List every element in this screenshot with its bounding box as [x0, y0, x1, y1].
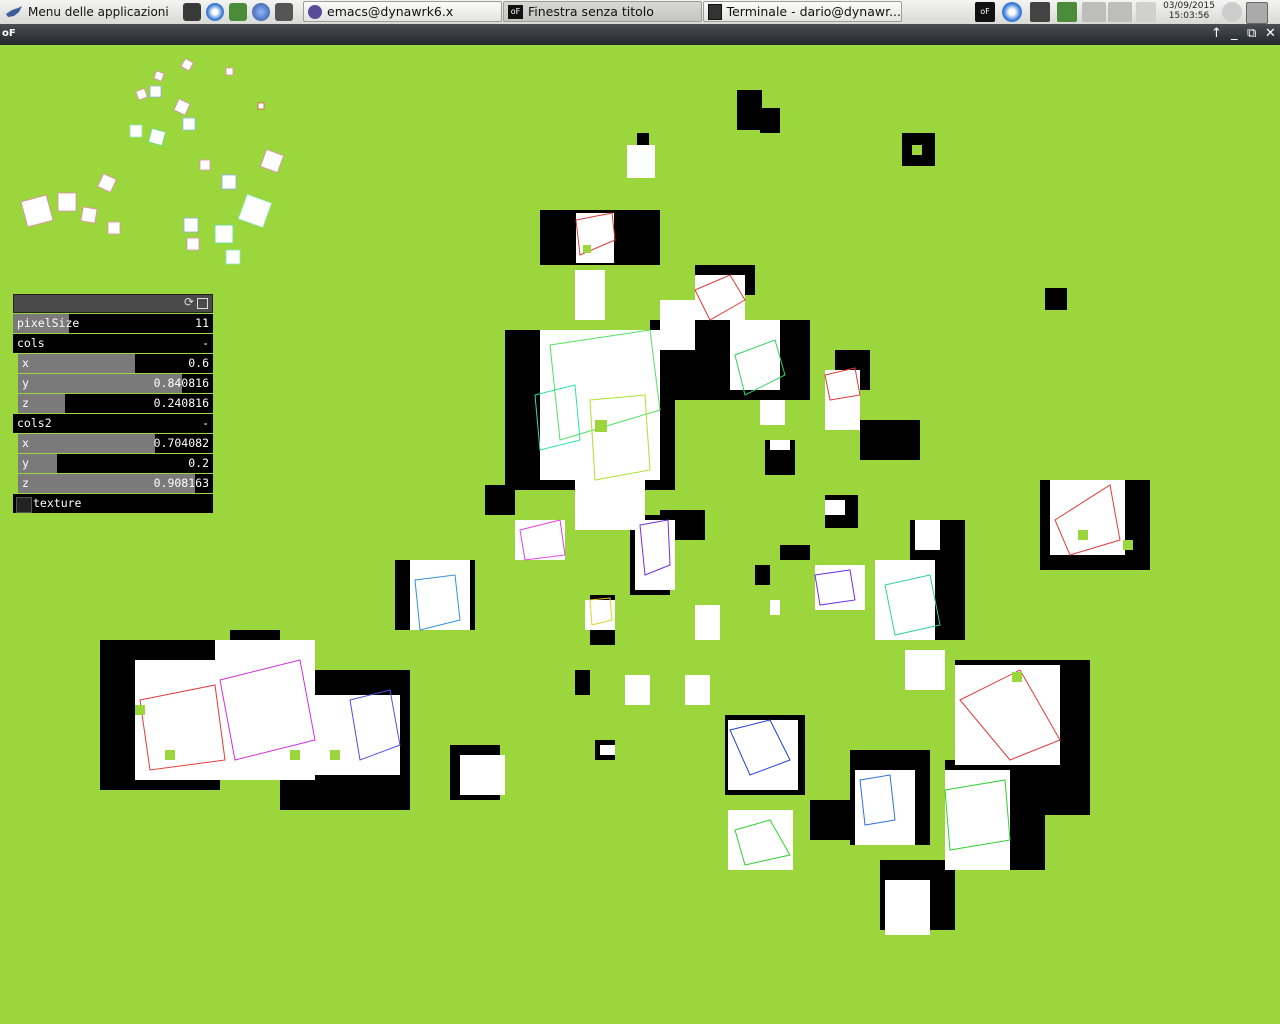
cols2-y-label: y [22, 456, 29, 470]
texture-checkbox[interactable] [16, 497, 32, 513]
cols2-x-value: 0.704082 [153, 436, 209, 450]
xfce-mouse-icon [6, 6, 22, 17]
pixelsize-label: pixelSize [17, 316, 80, 330]
cols2-collapse-toggle[interactable]: - [202, 416, 209, 430]
restore-icon[interactable]: ⧉ [1247, 26, 1256, 42]
task-emacs[interactable]: emacs@dynawrk6.x [303, 1, 502, 22]
cols-y-value: 0.840816 [153, 376, 209, 390]
render-canvas[interactable] [0, 45, 1280, 1024]
cols-z-label: z [22, 396, 29, 410]
cols-y-label: y [22, 376, 29, 390]
cols-collapse-toggle[interactable]: - [202, 336, 209, 350]
pixelsize-value: 11 [195, 316, 209, 330]
clock[interactable]: 03/09/2015 15:03:56 [1156, 1, 1222, 21]
cols-x-fill [18, 354, 135, 373]
browser-launcher-icon[interactable] [206, 3, 224, 21]
power-tray-icon[interactable] [1222, 2, 1242, 22]
panel-header: ⟳ [13, 294, 213, 313]
task-emacs-label: emacs@dynawrk6.x [327, 4, 454, 19]
editor-launcher-icon[interactable] [229, 3, 247, 21]
taskbar: Menu delle applicazioni emacs@dynawrk6.x… [0, 0, 1280, 25]
terminal-icon [708, 3, 722, 20]
task-terminal[interactable]: Terminale - dario@dynawr... [703, 1, 902, 22]
cols2-z-slider[interactable]: z 0.908163 [18, 474, 213, 493]
calculator-launcher-icon[interactable] [275, 3, 293, 21]
network-launcher-icon[interactable] [252, 3, 270, 21]
cols-z-slider[interactable]: z 0.240816 [18, 394, 213, 413]
parameter-panel: ⟳ pixelSize 11 cols - x 0.6 y 0.840816 z… [13, 294, 213, 513]
cols-x-label: x [22, 356, 29, 370]
clock-time: 15:03:56 [1168, 11, 1210, 21]
browser-tray-icon[interactable] [1002, 2, 1022, 22]
cols-y-slider[interactable]: y 0.840816 [18, 374, 213, 393]
reload-icon[interactable]: ⟳ [184, 295, 194, 309]
cols2-z-label: z [22, 476, 29, 490]
applications-menu-button[interactable]: Menu delle applicazioni [4, 2, 169, 22]
cols-group-header[interactable]: cols - [13, 334, 213, 353]
emacs-icon [308, 4, 322, 19]
workspace-1-button[interactable] [1082, 2, 1106, 22]
cols2-y-value: 0.2 [188, 456, 209, 470]
task-untitled-label: Finestra senza titolo [528, 4, 654, 19]
pixelsize-slider[interactable]: pixelSize 11 [13, 314, 213, 333]
minimize-icon[interactable]: _ [1231, 26, 1238, 42]
cols2-x-fill [18, 434, 156, 453]
cols2-group-header[interactable]: cols2 - [13, 414, 213, 433]
workspace-2-button[interactable] [1108, 2, 1132, 22]
task-terminal-label: Terminale - dario@dynawr... [726, 4, 901, 19]
show-desktop-icon[interactable] [1246, 2, 1268, 24]
cols-x-value: 0.6 [188, 356, 209, 370]
window-titlebar[interactable]: oF ↑ _ ⧉ ✕ [0, 24, 1280, 45]
editor-tray-icon[interactable] [1057, 2, 1077, 22]
close-icon[interactable]: ✕ [1265, 26, 1276, 42]
terminal-tray-icon[interactable] [1030, 2, 1050, 22]
cols-z-value: 0.240816 [153, 396, 209, 410]
texture-toggle[interactable]: texture [13, 494, 213, 513]
openframeworks-icon: oF [508, 4, 523, 19]
save-icon[interactable] [197, 298, 208, 309]
cols-group-title: cols [17, 336, 45, 350]
terminal-launcher-icon[interactable] [183, 3, 201, 21]
maximize-vertical-icon[interactable]: ↑ [1211, 26, 1222, 42]
cols2-x-label: x [22, 436, 29, 450]
openframeworks-tray-icon[interactable]: oF [975, 2, 995, 22]
clock-date: 03/09/2015 [1163, 1, 1215, 11]
cols2-z-value: 0.908163 [153, 476, 209, 490]
cols2-x-slider[interactable]: x 0.704082 [18, 434, 213, 453]
texture-label: texture [33, 496, 82, 510]
network-tray-icon[interactable] [1136, 2, 1156, 22]
cols2-y-slider[interactable]: y 0.2 [18, 454, 213, 473]
applications-menu-label: Menu delle applicazioni [28, 5, 169, 19]
task-untitled-window[interactable]: oF Finestra senza titolo [503, 1, 702, 22]
cols2-group-title: cols2 [17, 416, 52, 430]
window-app-icon[interactable]: oF [2, 28, 16, 39]
cols-x-slider[interactable]: x 0.6 [18, 354, 213, 373]
